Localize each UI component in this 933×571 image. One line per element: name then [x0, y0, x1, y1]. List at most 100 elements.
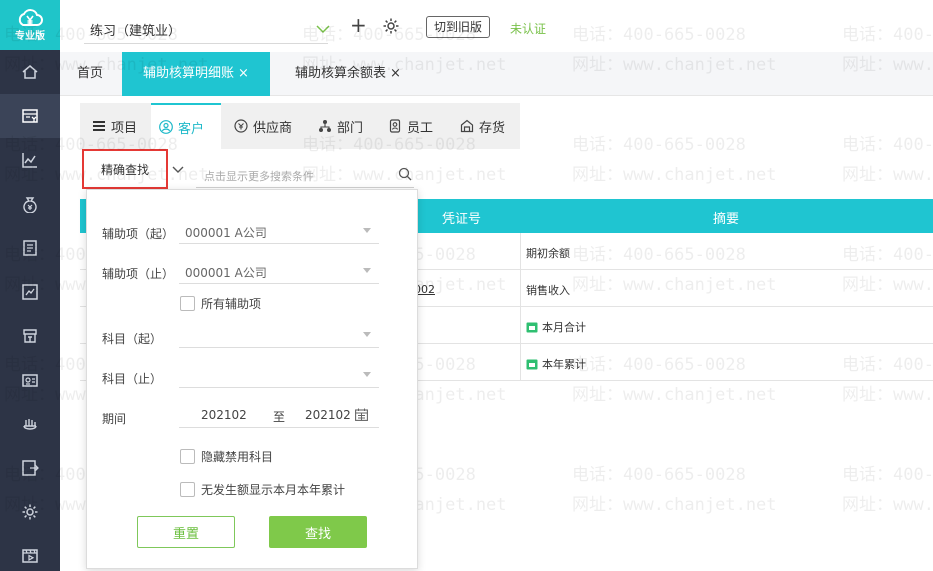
category-tab-inventory[interactable]: 存货: [460, 103, 505, 149]
summary-text: 本月合计: [542, 321, 586, 334]
category-label: 部门: [337, 120, 364, 136]
brand-logo[interactable]: 专业版: [0, 0, 60, 50]
sidebar-item-cash[interactable]: [0, 182, 60, 226]
summary-cell: 本月合计: [526, 319, 586, 335]
account-selector[interactable]: 练习（建筑业）: [84, 8, 330, 44]
caret-down-icon: [363, 228, 371, 233]
checkbox-label: 所有辅助项: [201, 297, 262, 311]
category-tab-employee[interactable]: 员工: [388, 103, 433, 149]
subject-to-label: 科目（止）: [102, 372, 163, 386]
checkbox-label: 无发生额显示本月本年累计: [201, 483, 346, 497]
employee-icon: [389, 119, 401, 133]
period-range-picker[interactable]: 202102 至 202102: [179, 402, 379, 428]
tab-home[interactable]: 首页: [77, 52, 103, 96]
chevron-down-icon[interactable]: [172, 166, 184, 174]
summary-text: 销售收入: [526, 284, 570, 297]
search-icon[interactable]: [398, 167, 412, 181]
payroll-icon: [22, 374, 38, 387]
search-placeholder: 点击显示更多搜索条件: [204, 170, 314, 183]
category-tab-project[interactable]: 项目: [92, 103, 137, 149]
close-icon[interactable]: ×: [390, 66, 401, 81]
sidebar-item-home[interactable]: [0, 50, 60, 94]
tab-label: 辅助核算明细账: [143, 66, 235, 81]
summary-cell: 销售收入: [526, 282, 570, 298]
aux-to-label: 辅助项（止）: [102, 267, 175, 281]
subject-from-label: 科目（起）: [102, 332, 163, 346]
aux-from-label: 辅助项（起）: [102, 227, 175, 241]
close-icon[interactable]: ×: [238, 66, 249, 81]
category-label: 员工: [407, 120, 434, 136]
inventory-icon: [460, 119, 474, 133]
period-label: 期间: [102, 412, 127, 426]
find-button[interactable]: 查找: [269, 516, 367, 548]
home-icon: [22, 65, 38, 79]
chart-icon: [22, 153, 37, 168]
sidebar-item-report[interactable]: [0, 270, 60, 314]
sidebar-item-analysis[interactable]: [0, 138, 60, 182]
category-label: 项目: [111, 120, 138, 136]
aux-category-tabs: 项目 客户 供应商 部门 员工 存货: [80, 103, 520, 149]
category-tab-department[interactable]: 部门: [318, 103, 363, 149]
sidebar-item-settings[interactable]: [0, 490, 60, 534]
search-input[interactable]: 点击显示更多搜索条件: [196, 160, 414, 188]
checkbox-box[interactable]: [180, 482, 195, 497]
checkbox-box[interactable]: [180, 296, 195, 311]
sidebar-item-tutorial[interactable]: [0, 534, 60, 571]
category-tab-supplier[interactable]: 供应商: [234, 103, 292, 149]
show-no-amount-checkbox[interactable]: 无发生额显示本月本年累计: [180, 481, 345, 498]
precise-search-button[interactable]: 精确查找: [82, 149, 168, 189]
add-account-button[interactable]: +: [350, 14, 367, 36]
certification-status[interactable]: 未认证: [510, 20, 546, 37]
tab-bar: 首页 辅助核算明细账 × 辅助核算余额表 ×: [60, 52, 933, 96]
list-icon: [93, 121, 105, 131]
category-tab-customer[interactable]: 客户: [151, 103, 221, 149]
tab-label: 首页: [77, 66, 104, 81]
report-icon: [22, 284, 38, 300]
checkbox-box[interactable]: [180, 449, 195, 464]
summary-text: 期初余额: [526, 247, 570, 260]
column-header-summary: 摘要: [713, 212, 740, 227]
chevron-down-icon: [316, 25, 330, 34]
period-from[interactable]: 202102: [201, 408, 247, 422]
register-icon: [23, 329, 37, 343]
sidebar-item-voucher[interactable]: [0, 94, 60, 138]
tab-aux-detail-ledger[interactable]: 辅助核算明细账 ×: [122, 52, 270, 96]
column-header-voucher: 凭证号: [442, 212, 482, 227]
caret-down-icon: [363, 332, 371, 337]
summary-cell: 本年累计: [526, 356, 586, 372]
switch-old-version-button[interactable]: 切到旧版: [426, 16, 490, 38]
voucher-icon: [22, 109, 38, 123]
caret-down-icon: [363, 372, 371, 377]
top-bar: 练习（建筑业） + 切到旧版 未认证: [60, 0, 933, 52]
gear-icon[interactable]: [382, 17, 400, 35]
sidebar-item-ledger[interactable]: [0, 226, 60, 270]
sidebar-item-assets[interactable]: [0, 402, 60, 446]
category-label: 存货: [479, 120, 506, 136]
period-to[interactable]: 202102: [305, 408, 351, 422]
sidebar-item-payroll[interactable]: [0, 358, 60, 402]
sidebar-item-register[interactable]: [0, 314, 60, 358]
period-separator: 至: [273, 410, 286, 424]
aux-to-select[interactable]: 000001 A公司: [179, 258, 379, 284]
aux-from-value: 000001 A公司: [185, 226, 267, 240]
caret-down-icon: [363, 268, 371, 273]
subject-to-select[interactable]: [179, 362, 379, 388]
hand-coin-icon: [23, 419, 37, 430]
tab-aux-balance-sheet[interactable]: 辅助核算余额表 ×: [295, 52, 401, 96]
checkbox-label: 隐藏禁用科目: [201, 450, 274, 464]
sidebar-item-tax[interactable]: [0, 446, 60, 490]
aux-from-select[interactable]: 000001 A公司: [179, 218, 379, 244]
summary-cell: 期初余额: [526, 245, 570, 261]
edition-label: 专业版: [15, 31, 45, 42]
subject-from-select[interactable]: [179, 322, 379, 348]
all-aux-checkbox[interactable]: 所有辅助项: [180, 295, 261, 312]
search-conditions-popup: 辅助项（起） 000001 A公司 辅助项（止） 000001 A公司 所有辅助…: [86, 189, 418, 569]
gear-icon: [22, 504, 38, 520]
video-icon: [22, 549, 38, 563]
calendar-icon[interactable]: [355, 408, 368, 421]
export-icon: [22, 460, 39, 476]
sidebar: 专业版: [0, 0, 60, 571]
org-icon: [319, 120, 331, 132]
reset-button[interactable]: 重置: [137, 516, 235, 548]
hide-disabled-checkbox[interactable]: 隐藏禁用科目: [180, 448, 273, 465]
